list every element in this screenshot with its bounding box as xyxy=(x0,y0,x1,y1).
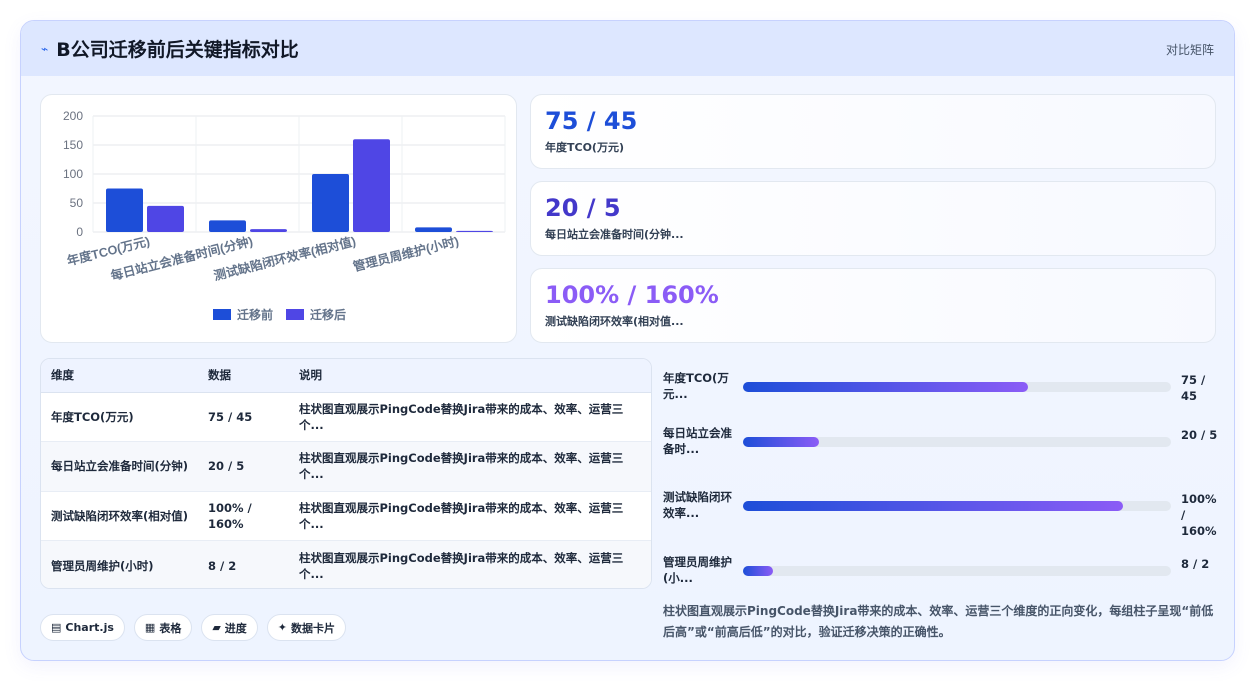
legend-swatch xyxy=(286,309,304,320)
stat-value: 75 / 45 xyxy=(545,107,638,135)
legend-label: 迁移前 xyxy=(237,307,273,322)
table-cell: 测试缺陷闭环效率(相对值) xyxy=(41,491,198,541)
summary-text: 柱状图直观展示PingCode替换Jira带来的成本、效率、运营三个维度的正向变… xyxy=(663,604,1214,639)
progress-fill xyxy=(743,566,774,576)
lightning-icon: ⌁ xyxy=(41,41,49,56)
table-cell: 75 / 45 xyxy=(198,392,289,442)
bar-chart: 050100150200年度TCO(万元)每日站立会准备时间(分钟)测试缺陷闭环… xyxy=(63,109,506,322)
progress-value: 8 / 2 xyxy=(1181,557,1210,571)
progress-track xyxy=(743,501,1171,511)
table-row: 测试缺陷闭环效率(相对值) 100% / 160% 柱状图直观展示PingCod… xyxy=(41,491,651,541)
table-cell: 每日站立会准备时间(分钟) xyxy=(41,441,198,492)
sparkle-icon: ✦ xyxy=(277,621,288,634)
table-cell: 年度TCO(万元) xyxy=(41,392,198,442)
stat-value: 100% / 160% xyxy=(545,281,719,309)
stat-value: 20 / 5 xyxy=(545,194,621,222)
legend-label: 迁移后 xyxy=(310,307,346,322)
bar-chart-card: 0 50 100 150 200 年度TCO(万元) 每日站立会准备时间(分钟) 测试缺陷闭环… xyxy=(40,94,517,343)
table-cell: 柱状图直观展示PingCode替换Jira带来的成本、效率、运营三个... xyxy=(289,441,651,492)
table-cell: 柱状图直观展示PingCode替换Jira带来的成本、效率、运营三个... xyxy=(289,392,651,442)
table-row: 每日站立会准备时间(分钟) 20 / 5 柱状图直观展示PingCode替换Ji… xyxy=(41,441,651,492)
progress-track xyxy=(743,437,1171,447)
table-cell: 柱状图直观展示PingCode替换Jira带来的成本、效率、运营三个... xyxy=(289,540,651,588)
progress-track xyxy=(743,382,1171,392)
progress-fill xyxy=(743,501,1124,511)
chip-label: 进度 xyxy=(224,621,247,635)
progress-value: 75 / 45 xyxy=(1181,373,1206,403)
progress-row: 管理员周维护(小... 8 / 2 xyxy=(663,550,1216,590)
bar-before xyxy=(106,188,143,232)
progress-row: 测试缺陷闭环效率... 100% / 160% xyxy=(663,485,1217,538)
chip-chartjs[interactable]: ▤ Chart.js xyxy=(40,614,125,641)
y-tick-label: 200 xyxy=(63,109,83,123)
matrix-tag: 对比矩阵 xyxy=(1165,43,1214,57)
progress-track xyxy=(743,566,1171,576)
progress-value: 100% / 160% xyxy=(1181,492,1217,538)
table-row: 年度TCO(万元) 75 / 45 柱状图直观展示PingCode替换Jira带… xyxy=(41,392,651,442)
chip-label: Chart.js xyxy=(65,621,114,634)
panel-header: ⌁ B公司迁移前后关键指标对比 对比矩阵 xyxy=(21,21,1234,76)
chip-label: 表格 xyxy=(159,621,182,635)
progress-label: 管理员周维护(小... xyxy=(663,555,732,585)
progress-row: 每日站立会准备时... 20 / 5 xyxy=(663,421,1217,461)
chip-label: 数据卡片 xyxy=(291,621,336,635)
comparison-panel: ⌁ B公司迁移前后关键指标对比 对比矩阵 0 50 100 150 200 年度TCO(万… xyxy=(20,20,1235,661)
column-header: 维度 xyxy=(41,359,198,393)
progress-fill xyxy=(743,437,820,447)
chip-table[interactable]: ▦ 表格 xyxy=(133,614,193,641)
bar-after xyxy=(147,205,184,232)
metrics-table-card: 维度 数据 说明 年度TCO(万元) 75 / 45 柱状图直观展示PingCo… xyxy=(40,358,652,589)
bar-after xyxy=(456,230,493,232)
chip-progress[interactable]: ▰ 进度 xyxy=(201,614,258,641)
table-cell: 8 / 2 xyxy=(198,540,289,588)
progress-fill xyxy=(743,382,1029,392)
y-tick-label: 100 xyxy=(63,167,83,181)
bar-before xyxy=(209,220,246,232)
table-header-row: 维度 数据 说明 xyxy=(41,359,651,393)
bar-before xyxy=(415,227,452,232)
bar-after xyxy=(353,139,390,232)
page-title: B公司迁移前后关键指标对比 xyxy=(56,39,299,61)
progress-label: 年度TCO(万元... xyxy=(663,371,729,401)
stat-card-standup: 20 / 5 每日站立会准备时间(分钟... xyxy=(530,181,1216,256)
stat-card-tco: 75 / 45 年度TCO(万元) xyxy=(530,94,1216,169)
chip-data-card[interactable]: ✦ 数据卡片 xyxy=(266,614,347,641)
progress-row: 年度TCO(万元... 75 / 45 xyxy=(663,366,1216,406)
progress-label: 每日站立会准备时... xyxy=(663,426,732,456)
y-tick-label: 50 xyxy=(70,196,84,210)
metrics-table: 维度 数据 说明 年度TCO(万元) 75 / 45 柱状图直观展示PingCo… xyxy=(41,359,651,588)
column-header: 说明 xyxy=(289,359,651,393)
stat-label: 年度TCO(万元) xyxy=(545,141,624,154)
stat-label: 每日站立会准备时间(分钟... xyxy=(545,228,684,241)
tech-chips: ▤ Chart.js ▦ 表格 ▰ 进度 ✦ 数据卡片 xyxy=(40,614,347,641)
bar-before xyxy=(312,174,349,232)
bar-after xyxy=(250,229,287,232)
table-cell: 20 / 5 xyxy=(198,441,289,492)
table-icon: ▦ xyxy=(144,621,156,634)
stat-card-defect: 100% / 160% 测试缺陷闭环效率(相对值... xyxy=(530,268,1216,343)
progress-icon: ▰ xyxy=(212,621,221,634)
table-cell: 柱状图直观展示PingCode替换Jira带来的成本、效率、运营三个... xyxy=(289,491,651,541)
table-cell: 管理员周维护(小时) xyxy=(41,540,198,588)
x-tick-label: 管理员周维护(小时) xyxy=(351,233,460,274)
column-header: 数据 xyxy=(198,359,289,393)
legend-swatch xyxy=(213,309,231,320)
y-tick-label: 0 xyxy=(76,225,83,239)
progress-label: 测试缺陷闭环效率... xyxy=(663,490,732,520)
chart-icon: ▤ xyxy=(51,621,62,634)
progress-value: 20 / 5 xyxy=(1181,428,1218,442)
table-row: 管理员周维护(小时) 8 / 2 柱状图直观展示PingCode替换Jira带来… xyxy=(41,540,651,588)
table-cell: 100% / 160% xyxy=(198,491,289,541)
stat-label: 测试缺陷闭环效率(相对值... xyxy=(545,315,684,328)
y-tick-label: 150 xyxy=(63,138,83,152)
